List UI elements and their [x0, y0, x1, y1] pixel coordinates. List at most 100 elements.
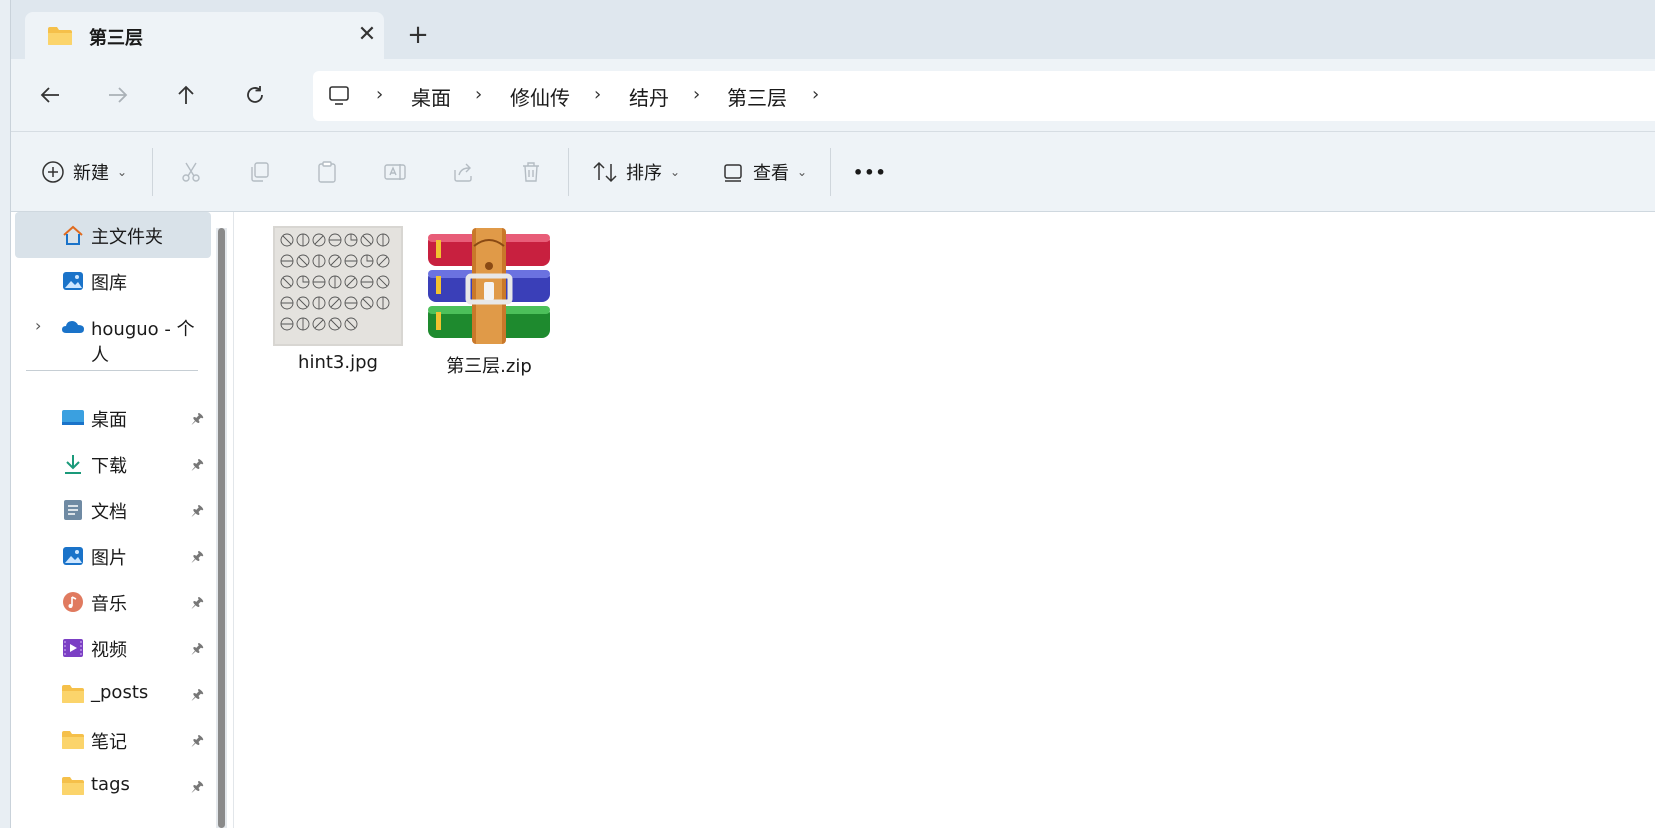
delete-button[interactable] [519, 150, 543, 194]
file-item-zip-archive[interactable]: 第三层.zip [409, 226, 559, 386]
close-tab-icon[interactable]: ✕ [355, 22, 379, 47]
sidebar-item-music[interactable]: 音乐 🖈 [15, 579, 211, 625]
pin-icon[interactable]: 🖈 [191, 454, 204, 478]
home-icon [63, 225, 83, 245]
sidebar-item-label: houguo - 个人 [91, 319, 195, 366]
file-name: hint3.jpg [298, 352, 378, 373]
pin-icon[interactable]: 🖈 [191, 730, 204, 754]
sidebar-item-gallery[interactable]: 图库 [15, 258, 211, 304]
sidebar-item-notes[interactable]: 笔记 🖈 [15, 717, 211, 763]
pin-icon[interactable]: 🖈 [191, 638, 204, 662]
more-icon: ••• [853, 162, 887, 182]
breadcrumb-xiuxianzhuan[interactable]: 修仙传 [510, 82, 570, 111]
document-icon [64, 500, 82, 520]
view-icon [724, 164, 742, 182]
sidebar-item-tags[interactable]: tags 🖈 [15, 763, 211, 809]
breadcrumb-separator[interactable]: › [594, 84, 601, 105]
image-thumbnail-icon [273, 226, 403, 346]
pin-icon[interactable]: 🖈 [191, 500, 204, 524]
new-tab-button[interactable]: + [403, 20, 433, 50]
navigation-pane: 主文件夹 图库 › houguo - 个人 桌面 🖈 下载 🖈 文档 🖈 图片 … [11, 212, 233, 828]
sidebar-item-onedrive[interactable]: › houguo - 个人 [15, 304, 211, 366]
toolbar-divider [152, 148, 153, 196]
pin-icon[interactable]: 🖈 [191, 684, 204, 708]
pin-icon[interactable]: 🖈 [191, 592, 204, 616]
breadcrumb-separator[interactable]: › [693, 84, 700, 105]
arrow-right-icon [109, 87, 128, 103]
breadcrumb-separator[interactable]: › [812, 84, 819, 105]
tab-current-folder[interactable]: 第三层 ✕ [25, 12, 384, 59]
clipboard-icon [318, 161, 336, 183]
download-icon [65, 455, 81, 474]
sidebar-item-videos[interactable]: 视频 🖈 [15, 625, 211, 671]
music-icon [63, 592, 83, 612]
video-icon [63, 639, 83, 657]
sidebar-divider [26, 370, 198, 371]
toolbar-divider [830, 148, 831, 196]
sidebar-item-label: 音乐 [91, 594, 127, 615]
sidebar-item-label: 下载 [91, 456, 127, 477]
new-button[interactable]: 新建 ⌄ [41, 150, 127, 194]
file-item-hint3-jpg[interactable]: hint3.jpg [258, 226, 408, 386]
chevron-right-icon[interactable]: › [35, 316, 41, 335]
share-button[interactable] [451, 150, 475, 194]
sidebar-item-label: 笔记 [91, 732, 127, 753]
pin-icon[interactable]: 🖈 [191, 776, 204, 800]
refresh-button[interactable] [235, 75, 275, 115]
sort-icon [593, 161, 617, 183]
refresh-icon [247, 86, 263, 103]
copy-button[interactable] [247, 150, 271, 194]
trash-icon [523, 162, 539, 182]
rename-icon [384, 164, 406, 180]
pin-icon[interactable]: 🖈 [191, 546, 204, 570]
arrow-up-icon [178, 85, 194, 104]
command-toolbar: 新建 ⌄ 排序 ⌄ 查看 ⌄ ••• [11, 132, 1655, 212]
forward-button[interactable] [98, 75, 138, 115]
breadcrumb-current[interactable]: 第三层 [727, 82, 787, 111]
sidebar-item-label: tags [91, 774, 130, 795]
scissors-icon [182, 162, 200, 182]
sidebar-item-documents[interactable]: 文档 🖈 [15, 487, 211, 533]
sort-button[interactable]: 排序 ⌄ [592, 150, 680, 194]
arrow-left-icon [40, 87, 59, 103]
view-label: 查看 [753, 163, 789, 184]
file-explorer-window: 第三层 ✕ + › 桌面 › 修仙传 › 结丹 › 第三层 › 新建 ⌄ 排序 … [10, 0, 1655, 828]
navigation-bar: › 桌面 › 修仙传 › 结丹 › 第三层 › [11, 59, 1655, 132]
up-button[interactable] [166, 75, 206, 115]
plus-circle-icon [42, 161, 64, 183]
paste-button[interactable] [315, 150, 339, 194]
folder-icon [48, 27, 72, 45]
this-pc-icon[interactable] [327, 84, 351, 108]
breadcrumb-separator[interactable]: › [475, 84, 482, 105]
more-options-button[interactable]: ••• [853, 150, 887, 194]
chevron-down-icon: ⌄ [670, 165, 681, 179]
sidebar-item-downloads[interactable]: 下载 🖈 [15, 441, 211, 487]
copy-icon [251, 162, 269, 182]
onedrive-cloud-icon [62, 321, 84, 333]
tab-strip: 第三层 ✕ + [11, 0, 1655, 59]
view-button[interactable]: 查看 ⌄ [721, 150, 807, 194]
sidebar-item-label: 主文件夹 [91, 227, 163, 248]
sort-label: 排序 [626, 163, 662, 184]
sidebar-item-home[interactable]: 主文件夹 [15, 212, 211, 258]
scrollbar-thumb[interactable] [218, 228, 225, 828]
pin-icon[interactable]: 🖈 [191, 408, 204, 432]
sidebar-item-pictures[interactable]: 图片 🖈 [15, 533, 211, 579]
tab-title: 第三层 [89, 28, 143, 49]
sidebar-item-desktop[interactable]: 桌面 🖈 [15, 395, 211, 441]
share-icon [454, 163, 472, 182]
sidebar-scrollbar[interactable] [216, 228, 227, 828]
chevron-down-icon: ⌄ [117, 165, 128, 179]
cut-button[interactable] [179, 150, 203, 194]
rename-button[interactable] [383, 150, 407, 194]
new-label: 新建 [73, 163, 109, 184]
address-bar[interactable]: › 桌面 › 修仙传 › 结丹 › 第三层 › [313, 71, 1655, 121]
back-button[interactable] [30, 75, 70, 115]
desktop-icon [62, 410, 84, 425]
breadcrumb-desktop[interactable]: 桌面 [411, 82, 451, 111]
sidebar-item-label: 文档 [91, 502, 127, 523]
sidebar-item-posts[interactable]: _posts 🖈 [15, 671, 211, 717]
breadcrumb-jiedan[interactable]: 结丹 [629, 82, 669, 111]
breadcrumb-separator[interactable]: › [376, 84, 383, 105]
sidebar-item-label: 桌面 [91, 410, 127, 431]
